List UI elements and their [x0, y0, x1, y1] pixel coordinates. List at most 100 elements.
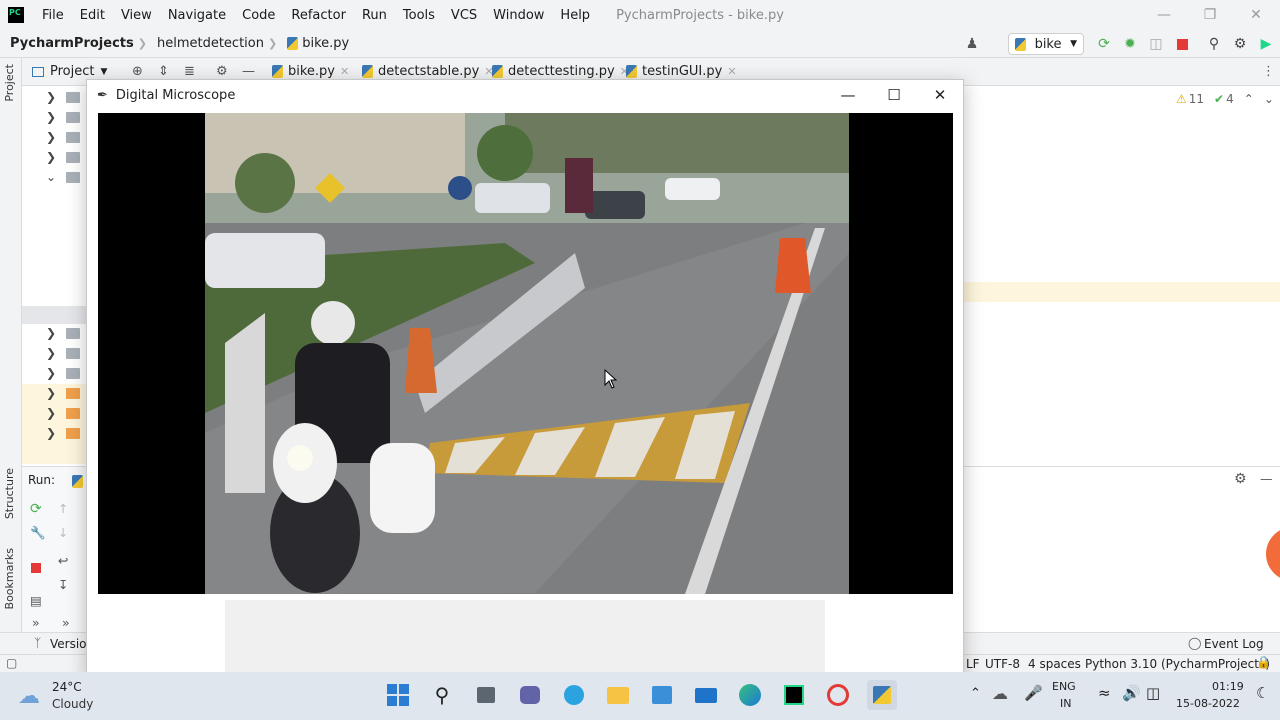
layout-icon[interactable]: ▤ [30, 593, 42, 608]
input-language[interactable]: ENG [1052, 680, 1076, 693]
more-icon[interactable]: » [32, 615, 40, 630]
restore-icon[interactable]: ❐ [1187, 0, 1233, 30]
gear-icon[interactable]: ⚙ [1232, 36, 1248, 52]
dialog-maximize-icon[interactable]: ☐ [871, 80, 917, 110]
microphone-icon[interactable]: 🎤 [1024, 684, 1043, 702]
hide-icon[interactable]: — [1260, 471, 1273, 486]
tree-item[interactable]: ❯ [46, 326, 81, 340]
python-app-icon[interactable] [867, 680, 897, 710]
rerun-icon[interactable]: ⟳ [30, 501, 42, 517]
file-encoding[interactable]: UTF-8 [985, 657, 1020, 671]
tab-bike[interactable]: bike.py ✕ [272, 64, 349, 79]
tree-item[interactable]: ❯ [46, 406, 81, 420]
stop-icon[interactable] [1174, 36, 1190, 52]
tree-item[interactable]: ⌄ [46, 170, 81, 184]
scroll-end-icon[interactable]: ↧ [58, 577, 68, 592]
menu-run[interactable]: Run [354, 8, 395, 23]
project-header[interactable]: Project ▼ [32, 64, 107, 79]
breadcrumb-file[interactable]: bike.py [277, 36, 353, 51]
breadcrumb-folder[interactable]: helmetdetection [147, 36, 268, 51]
input-region[interactable]: IN [1060, 697, 1071, 710]
weather-temp[interactable]: 24°C [52, 680, 82, 694]
wifi-icon[interactable]: ≈ [1098, 684, 1111, 702]
tree-item[interactable]: ❯ [46, 110, 81, 124]
python-interpreter[interactable]: Python 3.10 (PycharmProjects) [1085, 657, 1270, 671]
structure-tool-label[interactable]: Structure [3, 468, 16, 519]
menu-file[interactable]: File [34, 8, 72, 23]
indent-setting[interactable]: 4 spaces [1028, 657, 1081, 671]
search-icon[interactable]: ⚲ [427, 680, 457, 710]
coverage-icon[interactable]: ◫ [1148, 36, 1164, 52]
menu-refactor[interactable]: Refactor [283, 8, 354, 23]
tree-item[interactable]: ❯ [46, 366, 81, 380]
chevron-down-icon[interactable]: ⌄ [1264, 92, 1274, 106]
close-tab-icon[interactable]: ✕ [340, 65, 349, 78]
arrow-down-icon[interactable]: ↓ [58, 525, 68, 540]
hide-icon[interactable]: — [242, 64, 255, 79]
wrench-icon[interactable]: 🔧 [30, 525, 46, 541]
file-explorer-icon[interactable] [603, 680, 633, 710]
dialog-title-bar[interactable]: ✒ Digital Microscope — ☐ ✕ [87, 80, 963, 110]
tree-item[interactable]: ❯ [46, 130, 81, 144]
menu-navigate[interactable]: Navigate [160, 8, 234, 23]
inspection-widget[interactable]: ⚠ 11 ✔ 4 ⌃ ⌄ [1176, 92, 1274, 106]
menu-window[interactable]: Window [485, 8, 552, 23]
soft-wrap-icon[interactable]: ↩ [58, 553, 68, 568]
telegram-icon[interactable] [559, 680, 589, 710]
tree-item[interactable]: ❯ [46, 346, 81, 360]
close-window-icon[interactable]: ✕ [1233, 0, 1279, 30]
gear-icon[interactable]: ⚙ [216, 64, 228, 79]
gear-icon[interactable]: ⚙ [1234, 471, 1247, 487]
more-icon[interactable]: » [62, 615, 70, 630]
notification-icon[interactable]: ☾ [1256, 684, 1269, 702]
start-button-icon[interactable] [383, 680, 413, 710]
rerun-icon[interactable]: ⟳ [1096, 36, 1112, 52]
chevron-up-icon[interactable]: ⌃ [1244, 92, 1254, 106]
menu-edit[interactable]: Edit [72, 8, 113, 23]
run-config-select[interactable]: bike ▼ [1008, 33, 1084, 55]
menu-tools[interactable]: Tools [395, 8, 443, 23]
expand-all-icon[interactable]: ⇕ [158, 64, 169, 79]
breadcrumb-project[interactable]: PycharmProjects [0, 36, 138, 51]
battery-icon[interactable]: ◫ [1146, 684, 1160, 702]
clock-date[interactable]: 15-08-2022 [1176, 697, 1240, 710]
ms-store-icon[interactable] [647, 680, 677, 710]
dialog-close-icon[interactable]: ✕ [917, 80, 963, 110]
menu-view[interactable]: View [113, 8, 160, 23]
run-output[interactable]: ⚙ — [964, 466, 1280, 632]
tree-item[interactable]: ❯ [46, 90, 81, 104]
mail-icon[interactable] [691, 680, 721, 710]
arrow-up-icon[interactable]: ↑ [58, 501, 68, 516]
line-separator[interactable]: LF [966, 657, 980, 671]
minimize-icon[interactable]: — [1141, 0, 1187, 30]
tab-detectstable[interactable]: detectstable.py ✕ [362, 64, 494, 79]
play-logo-icon[interactable]: ▶ [1258, 36, 1274, 52]
chevron-up-icon[interactable]: ⌃ [970, 686, 981, 701]
more-tabs-icon[interactable]: ⋮ [1262, 64, 1275, 79]
user-icon[interactable]: ♟ [964, 36, 980, 52]
tab-testingui[interactable]: testinGUI.py ✕ [626, 64, 737, 79]
tree-item[interactable]: ❯ [46, 426, 81, 440]
event-log-tab[interactable]: Event Log [1204, 637, 1264, 651]
teams-chat-icon[interactable] [515, 680, 545, 710]
tree-item[interactable]: ❯ [46, 150, 81, 164]
lock-icon[interactable]: 🔒 [1256, 655, 1271, 669]
edge-browser-icon[interactable] [735, 680, 765, 710]
clock-time[interactable]: 01:19 [1212, 680, 1244, 693]
volume-icon[interactable]: 🔊 [1122, 684, 1141, 702]
search-icon[interactable]: ⚲ [1206, 36, 1222, 52]
weather-condition[interactable]: Cloudy [52, 697, 93, 711]
close-tab-icon[interactable]: ✕ [727, 65, 736, 78]
locate-icon[interactable]: ⊕ [132, 64, 143, 79]
debug-icon[interactable]: ✹ [1122, 36, 1138, 52]
dialog-minimize-icon[interactable]: — [825, 80, 871, 110]
tree-item[interactable]: ❯ [46, 386, 81, 400]
stop-icon[interactable] [31, 563, 41, 573]
panel-toggle-icon[interactable]: ▢ [6, 656, 17, 670]
pycharm-taskbar-icon[interactable] [779, 680, 809, 710]
bookmarks-tool-label[interactable]: Bookmarks [3, 548, 16, 609]
code-editor[interactable]: ⚠ 11 ✔ 4 ⌃ ⌄ [964, 86, 1280, 466]
menu-vcs[interactable]: VCS [443, 8, 485, 23]
project-tool-label[interactable]: Project [3, 64, 16, 102]
menu-code[interactable]: Code [234, 8, 283, 23]
